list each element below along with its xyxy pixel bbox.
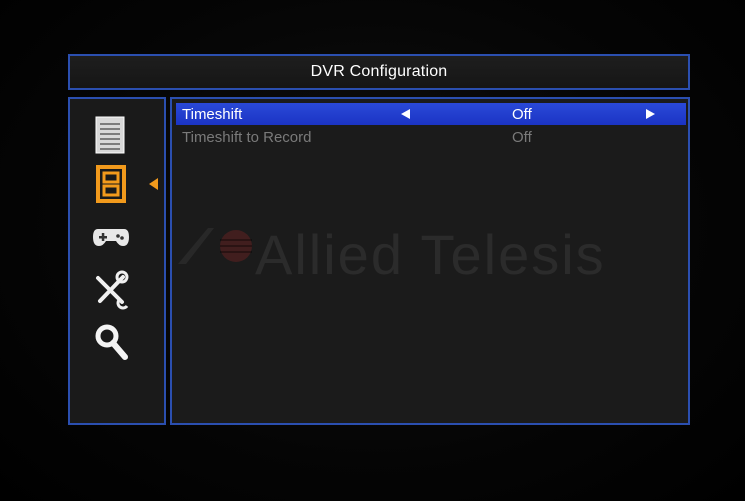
next-option-icon[interactable] bbox=[646, 109, 655, 119]
setting-row-timeshift-to-record: Timeshift to Record Off bbox=[176, 126, 686, 148]
document-icon[interactable] bbox=[94, 115, 128, 155]
selected-category-marker bbox=[149, 178, 158, 190]
setting-label: Timeshift to Record bbox=[182, 128, 312, 146]
watermark-text: Allied Telesis bbox=[255, 223, 606, 286]
previous-option-icon[interactable] bbox=[401, 109, 410, 119]
search-icon[interactable] bbox=[93, 322, 129, 362]
tools-icon[interactable] bbox=[92, 270, 130, 310]
page-title: DVR Configuration bbox=[310, 63, 448, 80]
title-bar: DVR Configuration bbox=[68, 54, 690, 90]
setting-label: Timeshift bbox=[182, 105, 243, 123]
setting-value: Off bbox=[512, 105, 532, 123]
gamepad-icon[interactable] bbox=[92, 226, 130, 248]
setting-value: Off bbox=[512, 128, 532, 146]
film-icon[interactable] bbox=[95, 165, 127, 203]
watermark-logo bbox=[178, 228, 252, 264]
setting-row-timeshift[interactable]: Timeshift Off bbox=[176, 103, 686, 125]
tv-screen: DVR Configuration Timeshift Off Timeshif… bbox=[0, 0, 745, 501]
